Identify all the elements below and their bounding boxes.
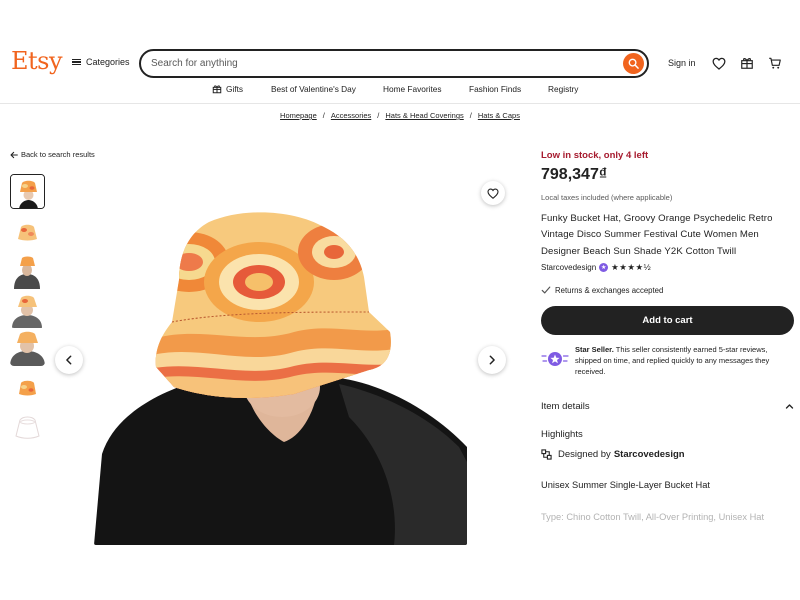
- design-icon: [541, 449, 552, 460]
- thumbnail[interactable]: [10, 254, 45, 289]
- star-seller-badge-icon: ★: [599, 263, 609, 272]
- search-button[interactable]: [623, 53, 644, 74]
- thumbnail-image: [10, 370, 45, 405]
- item-details-toggle[interactable]: Item details: [541, 401, 794, 412]
- nav-item-label: Gifts: [226, 84, 244, 94]
- content-fade-overlay: [541, 520, 800, 550]
- designed-by-row: Designed by Starcovedesign: [541, 449, 685, 460]
- search-input[interactable]: [151, 55, 611, 72]
- next-image-button[interactable]: [478, 346, 506, 374]
- designed-by-shop-link[interactable]: Starcovedesign: [614, 449, 685, 460]
- breadcrumb-separator: /: [469, 111, 472, 120]
- main-product-image[interactable]: [94, 172, 467, 545]
- breadcrumb-accessories[interactable]: Accessories: [331, 111, 371, 120]
- stock-message: Low in stock, only 4 left: [541, 150, 649, 161]
- previous-image-button[interactable]: [55, 346, 83, 374]
- gift-icon: [212, 85, 222, 94]
- item-details-label: Item details: [541, 401, 590, 412]
- breadcrumb-separator: /: [377, 111, 380, 120]
- chevron-left-icon: [66, 355, 72, 365]
- nav-item-registry[interactable]: Registry: [548, 84, 578, 94]
- nav-item-home-favorites[interactable]: Home Favorites: [383, 84, 442, 94]
- gift-mode-button[interactable]: [739, 55, 755, 71]
- cart-icon: [769, 57, 781, 69]
- menu-icon: [72, 58, 81, 66]
- checkmark-icon: [541, 286, 551, 294]
- star-seller-info: Star Seller. This seller consistently ea…: [541, 344, 796, 384]
- nav-item-gifts[interactable]: Gifts: [212, 84, 243, 94]
- thumbnail-image: [10, 215, 45, 250]
- thumbnail-image: [10, 254, 45, 289]
- thumbnail-image: [10, 408, 45, 443]
- star-seller-title: Star Seller.: [575, 345, 614, 354]
- returns-info: Returns & exchanges accepted: [541, 285, 663, 295]
- returns-label: Returns & exchanges accepted: [555, 285, 664, 295]
- designed-by-prefix: Designed by: [558, 449, 611, 460]
- taxes-note: Local taxes included (where applicable): [541, 193, 673, 202]
- search-bar: [139, 49, 649, 78]
- breadcrumb-homepage[interactable]: Homepage: [280, 111, 317, 120]
- chevron-right-icon: [489, 355, 495, 365]
- breadcrumb-separator: /: [322, 111, 325, 120]
- add-to-cart-button[interactable]: Add to cart: [541, 306, 794, 335]
- favorite-button[interactable]: [481, 181, 505, 205]
- thumbnail-image: [10, 331, 45, 366]
- heart-icon: [712, 57, 726, 70]
- gift-icon: [741, 58, 753, 69]
- favorites-button[interactable]: [711, 55, 727, 71]
- shop-name-link[interactable]: Starcovedesign: [541, 263, 596, 272]
- search-icon: [628, 58, 639, 69]
- breadcrumb: Homepage / Accessories / Hats & Head Cov…: [0, 111, 800, 120]
- product-title: Funky Bucket Hat, Groovy Orange Psychede…: [541, 213, 773, 257]
- arrow-left-icon: [10, 151, 18, 158]
- sign-in-link[interactable]: Sign in: [668, 58, 696, 68]
- categories-label: Categories: [86, 57, 130, 67]
- thumbnail[interactable]: [10, 293, 45, 328]
- thumbnail[interactable]: [10, 370, 45, 405]
- thumbnail[interactable]: [10, 331, 45, 366]
- heart-icon: [487, 188, 499, 199]
- back-to-search-link[interactable]: Back to search results: [10, 150, 95, 159]
- breadcrumb-hats-caps[interactable]: Hats & Caps: [478, 111, 520, 120]
- product-price: 798,347₫: [541, 166, 608, 183]
- breadcrumb-hats-head-coverings[interactable]: Hats & Head Coverings: [385, 111, 463, 120]
- thumbnail[interactable]: [10, 215, 45, 250]
- thumbnail-image: [11, 175, 44, 208]
- categories-button[interactable]: Categories: [72, 57, 130, 67]
- highlights-heading: Highlights: [541, 429, 583, 440]
- cart-button[interactable]: [767, 55, 783, 71]
- nav-item-fashion-finds[interactable]: Fashion Finds: [469, 84, 521, 94]
- star-seller-icon: [541, 352, 569, 366]
- site-header: Etsy Categories Sign in: [0, 0, 800, 104]
- thumbnail-image: [10, 293, 45, 328]
- bucket-hat-photo: [94, 172, 467, 545]
- etsy-logo[interactable]: Etsy: [11, 47, 63, 75]
- category-nav: Gifts Best of Valentine's Day Home Favor…: [0, 84, 800, 98]
- rating-stars-icon[interactable]: ★★★★½: [611, 262, 651, 273]
- shop-row: Starcovedesign ★ ★★★★½: [541, 262, 651, 273]
- thumbnail[interactable]: [10, 174, 45, 209]
- back-label: Back to search results: [21, 150, 95, 159]
- star-seller-text: Star Seller. This seller consistently ea…: [575, 344, 795, 377]
- nav-item-valentines[interactable]: Best of Valentine's Day: [271, 84, 356, 94]
- thumbnail[interactable]: [10, 408, 45, 443]
- chevron-up-icon: [785, 404, 794, 409]
- description-line: Unisex Summer Single-Layer Bucket Hat: [541, 480, 710, 490]
